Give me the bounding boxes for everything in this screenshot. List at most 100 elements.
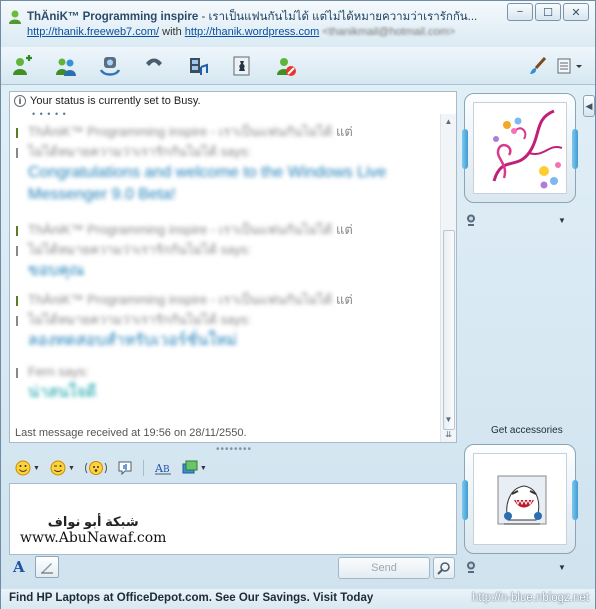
message-sender-line2: ไม่ได้หมายความว่าเรารักกันไม่ได้ says:: [16, 310, 431, 330]
toolbar-separator: [142, 460, 144, 476]
chevron-down-icon: ▼: [199, 464, 207, 472]
avatar-frame-edge: [572, 480, 578, 520]
conversation-history: i Your status is currently set to Busy. …: [9, 91, 457, 443]
window-controls: − ☐ ✕: [507, 3, 589, 21]
input-bottom-bar: A Send: [9, 556, 457, 582]
font-style-icon: AB: [154, 462, 171, 475]
message-3: ThÄniK™ Programming inspire - เราเป็นแฟน…: [16, 290, 431, 352]
contact-avatar: [473, 102, 567, 194]
message-sender: ThÄniK™ Programming inspire - เราเป็นแฟน…: [16, 122, 431, 142]
scroll-down-arrow-icon[interactable]: ▼: [441, 412, 456, 426]
voice-clip-icon: [118, 461, 132, 476]
watermark-url: www.AbuNawaf.com: [20, 530, 167, 546]
scroll-up-arrow-icon[interactable]: ▲: [441, 114, 456, 128]
handwriting-button[interactable]: [35, 556, 59, 578]
my-webcam-row: ▼: [466, 561, 566, 573]
watermark: شبكة أبو نواف www.AbuNawaf.com: [20, 514, 166, 546]
share-contacts-icon[interactable]: [53, 53, 79, 79]
voice-call-icon[interactable]: [141, 53, 167, 79]
show-menu-icon[interactable]: [553, 53, 587, 79]
maximize-button[interactable]: ☐: [535, 3, 561, 21]
message-sender: ThÄniK™ Programming inspire - เราเป็นแฟน…: [16, 220, 431, 240]
font-button[interactable]: A: [13, 558, 25, 576]
chevron-down-icon: ▼: [67, 464, 75, 472]
last-message-timestamp: Last message received at 19:56 on 28/11/…: [15, 427, 247, 439]
message-text: น่าสนใจดี: [28, 384, 97, 401]
message-flag-icon: [16, 367, 24, 378]
with-label: with: [159, 26, 185, 38]
chevron-down-icon[interactable]: ▼: [558, 563, 566, 572]
message-flag-icon: [16, 315, 24, 326]
message-text: ลองทดสอบสำหรับเวอร์ชั่นใหม่: [28, 332, 238, 349]
contact-link-2[interactable]: http://thanik.wordpress.com: [185, 26, 320, 38]
info-icon: i: [14, 95, 26, 107]
webcam-icon[interactable]: [466, 561, 476, 573]
avatar-frame-edge: [462, 129, 468, 169]
ad-text[interactable]: Find HP Laptops at OfficeDepot.com. See …: [9, 592, 373, 604]
contact-webcam-row: ▼: [466, 214, 566, 226]
messenger-buddy-icon: [9, 10, 21, 24]
search-icon: [437, 562, 450, 575]
avatar-frame-edge: [462, 480, 468, 520]
conversation-toolbar: [1, 47, 595, 85]
scroll-end-icon[interactable]: ⇊: [441, 427, 456, 441]
close-button[interactable]: ✕: [563, 3, 589, 21]
video-call-icon[interactable]: [97, 53, 123, 79]
get-accessories-label[interactable]: Get accessories: [491, 425, 563, 436]
contact-name: ThÄniK™ Programming inspire: [27, 11, 199, 23]
background-icon: [182, 460, 198, 474]
games-icon[interactable]: [229, 53, 255, 79]
message-text: ขอบคุณ: [28, 262, 85, 279]
voice-clip-button[interactable]: [117, 460, 133, 476]
collapse-sidebar-button[interactable]: ◀: [583, 95, 595, 117]
send-button[interactable]: Send: [338, 557, 430, 579]
contact-link-1[interactable]: http://thanik.freeweb7.com/: [27, 26, 159, 38]
message-flag-icon: [16, 245, 24, 256]
message-sender-line2: ไม่ได้หมายความว่าเรารักกันไม่ได้ says:: [16, 240, 431, 260]
invite-contact-icon[interactable]: [9, 53, 35, 79]
message-sender-line2: ไม่ได้หมายความว่าเรารักกันไม่ได้ says:: [16, 142, 431, 162]
message-list: ThÄniK™ Programming inspire - เราเป็นแฟน…: [10, 116, 438, 416]
message-1: ThÄniK™ Programming inspire - เราเป็นแฟน…: [16, 122, 431, 206]
message-flag-icon: [16, 147, 24, 158]
brush-icon[interactable]: [525, 53, 551, 79]
title-bar: ThÄniK™ Programming inspire - เราเป็นแฟน…: [1, 1, 595, 47]
message-flag-icon: [16, 127, 24, 138]
avatar-frame-edge: [572, 129, 578, 169]
search-button[interactable]: [433, 557, 455, 579]
share-video-icon[interactable]: [185, 53, 211, 79]
floral-avatar-image: [474, 103, 566, 193]
font-style-button[interactable]: AB: [154, 460, 172, 476]
watermark-url-overlay: http://n-blue.nblogz.net: [472, 592, 589, 604]
block-contact-icon[interactable]: [273, 53, 299, 79]
message-input[interactable]: شبكة أبو نواف www.AbuNawaf.com: [9, 483, 457, 555]
message-4: Fern says: น่าสนใจดี: [16, 362, 431, 404]
cartoon-avatar-image: [474, 454, 566, 544]
background-button[interactable]: ▼: [182, 460, 207, 476]
wink-icon: [50, 460, 66, 476]
chevron-down-icon[interactable]: ▼: [558, 216, 566, 225]
status-notice: i Your status is currently set to Busy.: [14, 95, 201, 107]
status-text: Your status is currently set to Busy.: [30, 95, 201, 107]
wink-button[interactable]: ▼: [50, 460, 75, 476]
nudge-icon: [84, 461, 107, 475]
minimize-button[interactable]: −: [507, 3, 533, 21]
message-text: Congratulations and welcome to the Windo…: [28, 164, 387, 203]
message-flag-icon: [16, 225, 24, 236]
my-avatar-frame: [462, 444, 578, 554]
emoticon-button[interactable]: ▼: [15, 460, 40, 476]
message-sender: ThÄniK™ Programming inspire - เราเป็นแฟน…: [16, 290, 431, 310]
smiley-icon: [15, 460, 31, 476]
message-2: ThÄniK™ Programming inspire - เราเป็นแฟน…: [16, 220, 431, 282]
history-scrollbar[interactable]: ▲ ▼ ⇊: [440, 114, 456, 442]
chat-window: ThÄniK™ Programming inspire - เราเป็นแฟน…: [0, 0, 596, 609]
chevron-down-icon: ▼: [33, 464, 40, 472]
contact-links: http://thanik.freeweb7.com/ with http://…: [27, 26, 467, 38]
webcam-icon[interactable]: [466, 214, 476, 226]
scroll-thumb[interactable]: [443, 230, 455, 430]
window-title: ThÄniK™ Programming inspire - เราเป็นแฟน…: [27, 8, 477, 26]
contact-personal-message: - เราเป็นแฟนกันไม่ได้ แต่ไม่ได้หมายความว…: [198, 11, 477, 23]
nudge-button[interactable]: [84, 460, 107, 476]
ad-banner: Find HP Laptops at OfficeDepot.com. See …: [1, 589, 595, 609]
watermark-arabic: شبكة أبو نواف: [47, 514, 139, 529]
